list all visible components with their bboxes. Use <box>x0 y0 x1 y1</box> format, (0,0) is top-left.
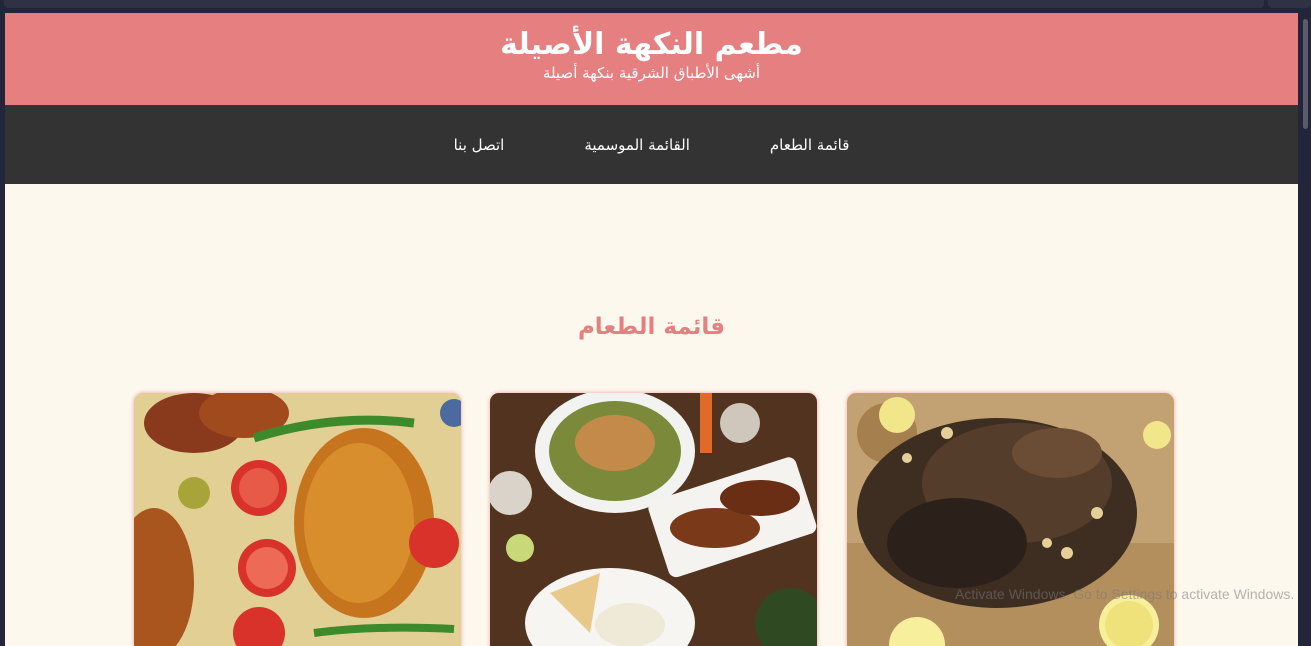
activate-windows-watermark: Activate Windows. Go to Settings to acti… <box>955 586 1295 602</box>
nav-item-contact[interactable]: اتصل بنا <box>454 136 505 154</box>
menu-section-title: قائمة الطعام <box>577 314 726 340</box>
page-viewport: مطعم النكهة الأصيلة أشهى الأطباق الشرقية… <box>5 13 1298 646</box>
chicken-biryani-image <box>134 393 461 646</box>
menu-card-platter[interactable] <box>490 393 817 646</box>
scrollbar-thumb[interactable] <box>1303 19 1308 129</box>
browser-tab-bar <box>4 0 1264 8</box>
nav-item-seasonal-menu[interactable]: القائمة الموسمية <box>584 136 690 154</box>
main-nav: قائمة الطعام القائمة الموسمية اتصل بنا <box>5 105 1298 184</box>
menu-card-chicken[interactable] <box>134 393 461 646</box>
page-scrollbar[interactable] <box>1300 13 1311 646</box>
menu-card-lamb[interactable] <box>847 393 1174 646</box>
site-header: مطعم النكهة الأصيلة أشهى الأطباق الشرقية… <box>5 13 1298 105</box>
nav-item-menu[interactable]: قائمة الطعام <box>770 136 850 154</box>
browser-tab-bar-end <box>1268 0 1311 8</box>
grilled-lamb-rice-image <box>847 393 1174 646</box>
mixed-platter-image <box>490 393 817 646</box>
browser-top-strip <box>0 0 1311 10</box>
site-title: مطعم النكهة الأصيلة <box>500 27 803 62</box>
site-subtitle: أشهى الأطباق الشرقية بنكهة أصيلة <box>542 64 761 82</box>
